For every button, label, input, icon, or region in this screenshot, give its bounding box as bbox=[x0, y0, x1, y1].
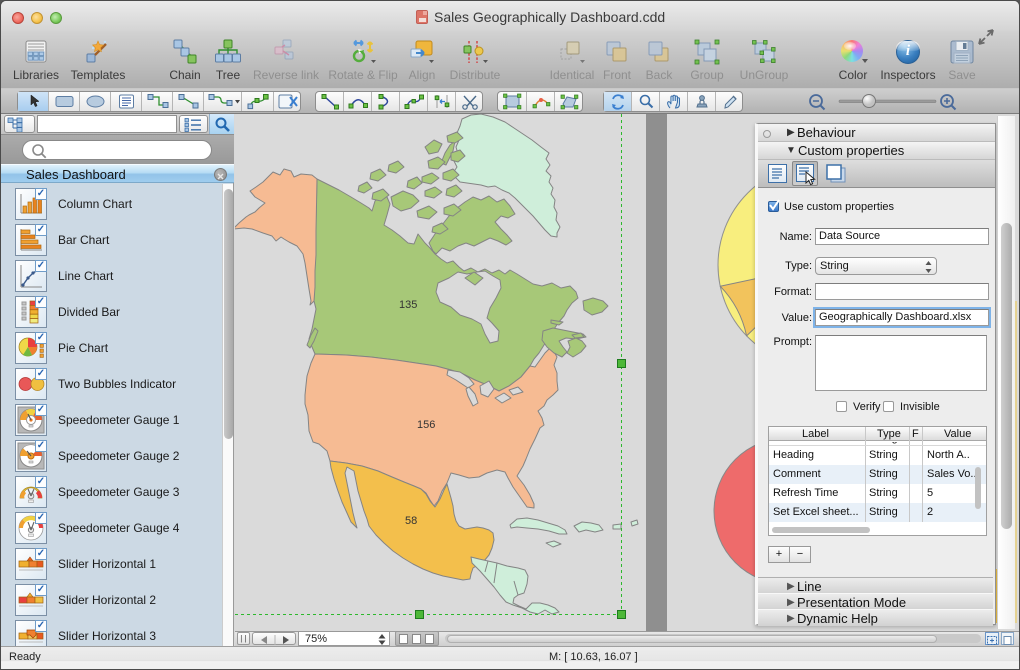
svg-text:156: 156 bbox=[417, 419, 435, 431]
svg-text:135: 135 bbox=[399, 299, 417, 311]
svg-text:58: 58 bbox=[405, 515, 417, 527]
